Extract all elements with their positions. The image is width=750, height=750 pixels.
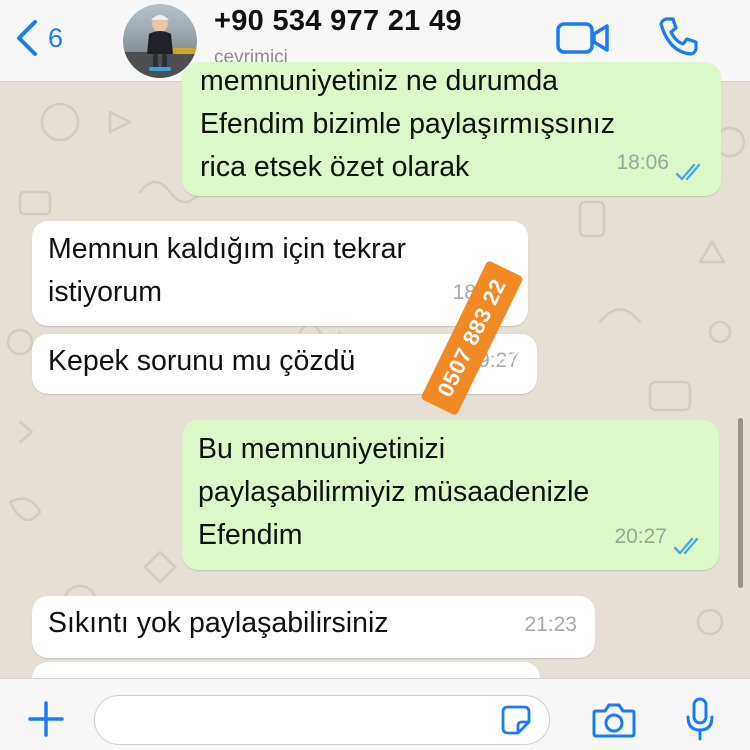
message-bubble-incoming[interactable]: Memnun kaldığım için tekrar istiyorum 18 (32, 221, 528, 326)
sticker-icon[interactable] (500, 704, 532, 736)
chevron-left-icon (17, 20, 37, 56)
microphone-icon[interactable] (684, 697, 716, 743)
message-timestamp: 20:27 (614, 525, 667, 548)
message-timestamp: 21:23 (524, 613, 577, 636)
phone-icon[interactable] (656, 15, 700, 59)
video-camera-icon[interactable] (556, 20, 610, 56)
plus-icon[interactable] (26, 699, 66, 739)
message-text: rica etsek özet olarak (200, 151, 470, 183)
message-text: paylaşabilirmiyiz müsaadenizle (198, 476, 590, 508)
message-text: istiyorum (48, 276, 163, 308)
unread-chats-count: 6 (48, 22, 64, 53)
message-input[interactable] (94, 695, 550, 745)
message-text: Kepek sorunu mu çözdü (48, 345, 356, 377)
read-receipt-icon (675, 163, 701, 181)
message-timestamp: 18:06 (616, 151, 669, 174)
camera-icon[interactable] (592, 701, 636, 739)
message-bubble-outgoing[interactable]: Bu memnuniyetinizi paylaşabilirmiyiz müs… (182, 420, 719, 570)
message-text: Efendim bizimle paylaşırmışsınız (200, 108, 615, 140)
back-button[interactable]: 6 (14, 18, 63, 58)
contact-name[interactable]: +90 534 977 21 49 (214, 5, 462, 38)
message-bubble-outgoing[interactable]: memnuniyetiniz ne durumda Efendim biziml… (182, 62, 721, 196)
chat-scrollbar[interactable] (738, 418, 743, 588)
message-input-bar (0, 678, 750, 750)
message-text: Bu memnuniyetinizi (198, 433, 446, 465)
message-text: Efendim (198, 519, 303, 551)
message-bubble-incoming[interactable]: Sıkıntı yok paylaşabilirsiniz 21:23 (32, 596, 595, 658)
message-text: memnuniyetiniz ne durumda (200, 65, 559, 97)
message-text: Memnun kaldığım için tekrar (48, 233, 406, 265)
read-receipt-icon (673, 537, 699, 555)
message-text: Sıkıntı yok paylaşabilirsiniz (48, 607, 389, 639)
